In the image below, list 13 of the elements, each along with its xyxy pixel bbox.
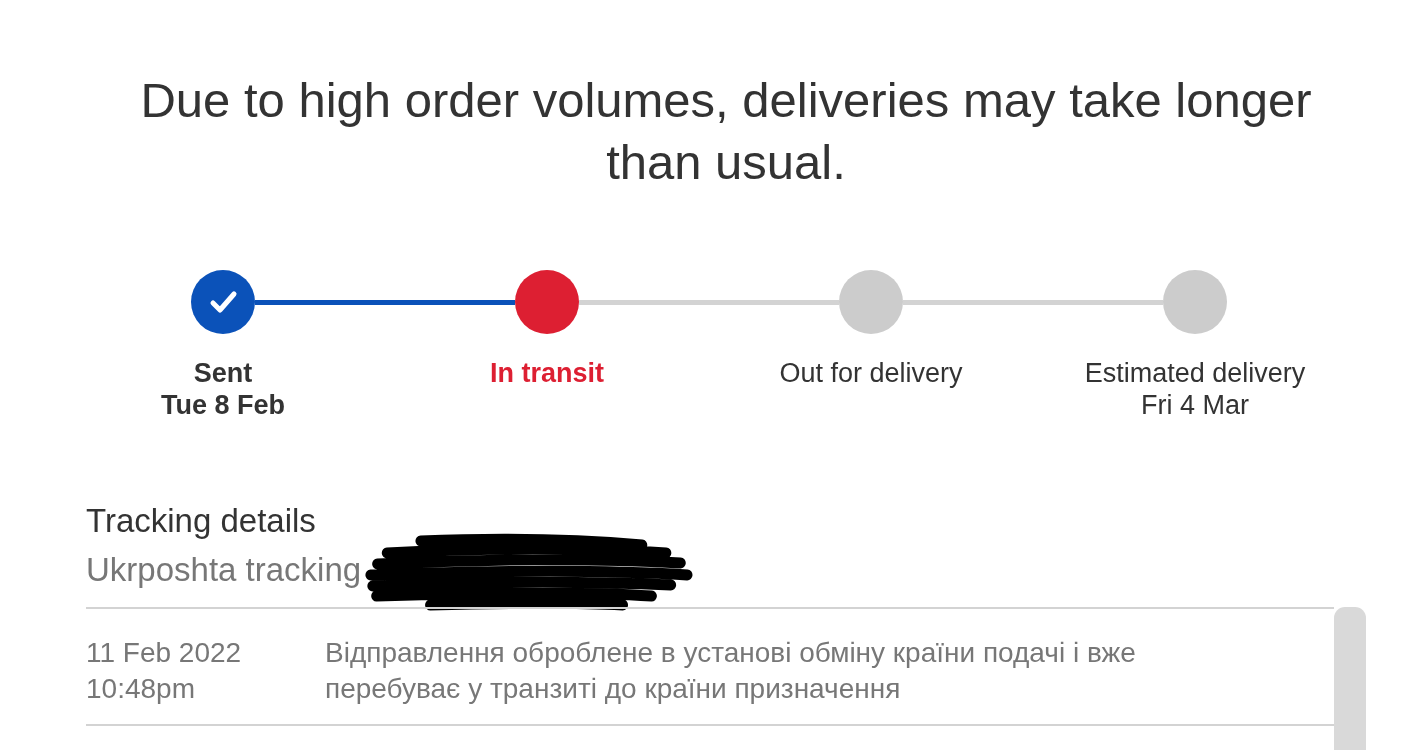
event-message: Відправлення оброблене в установі обміну країни подачі і вже перебуває у транзиті до країни призначення <box>325 636 1137 706</box>
step-label: In transit <box>490 357 604 389</box>
step-label: Out for delivery <box>779 357 963 389</box>
delivery-delay-notice: Due to high order volumes, deliveries may take longer than usual. <box>139 72 1313 191</box>
event-date: 11 Feb 2022 <box>86 636 242 670</box>
step-date: Fri 4 Mar <box>1141 389 1249 421</box>
scrollbar-thumb[interactable] <box>1334 607 1366 750</box>
event-time: 10:48pm <box>86 672 195 706</box>
step-label: Sent <box>193 357 253 389</box>
section-title: Tracking details <box>86 503 316 539</box>
step-label: Estimated delivery <box>1084 357 1306 389</box>
carrier-tracking-label: Ukrposhta tracking <box>86 552 362 588</box>
step-date: Tue 8 Feb <box>161 389 285 421</box>
